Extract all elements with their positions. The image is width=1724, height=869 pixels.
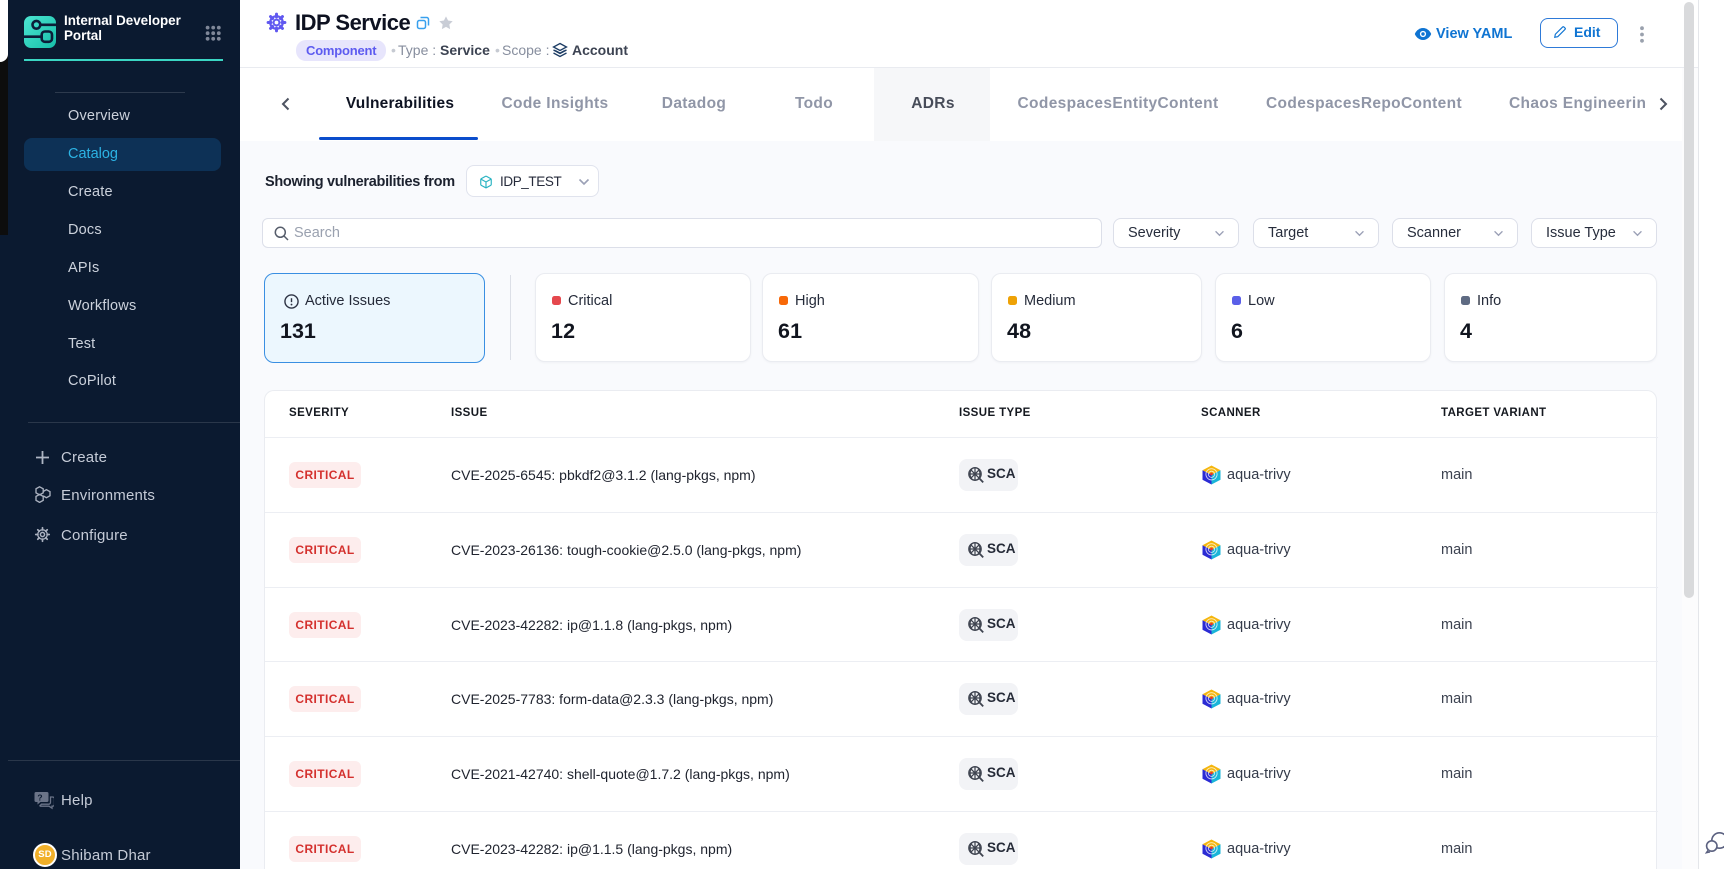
svg-text:?: ? (37, 792, 42, 802)
